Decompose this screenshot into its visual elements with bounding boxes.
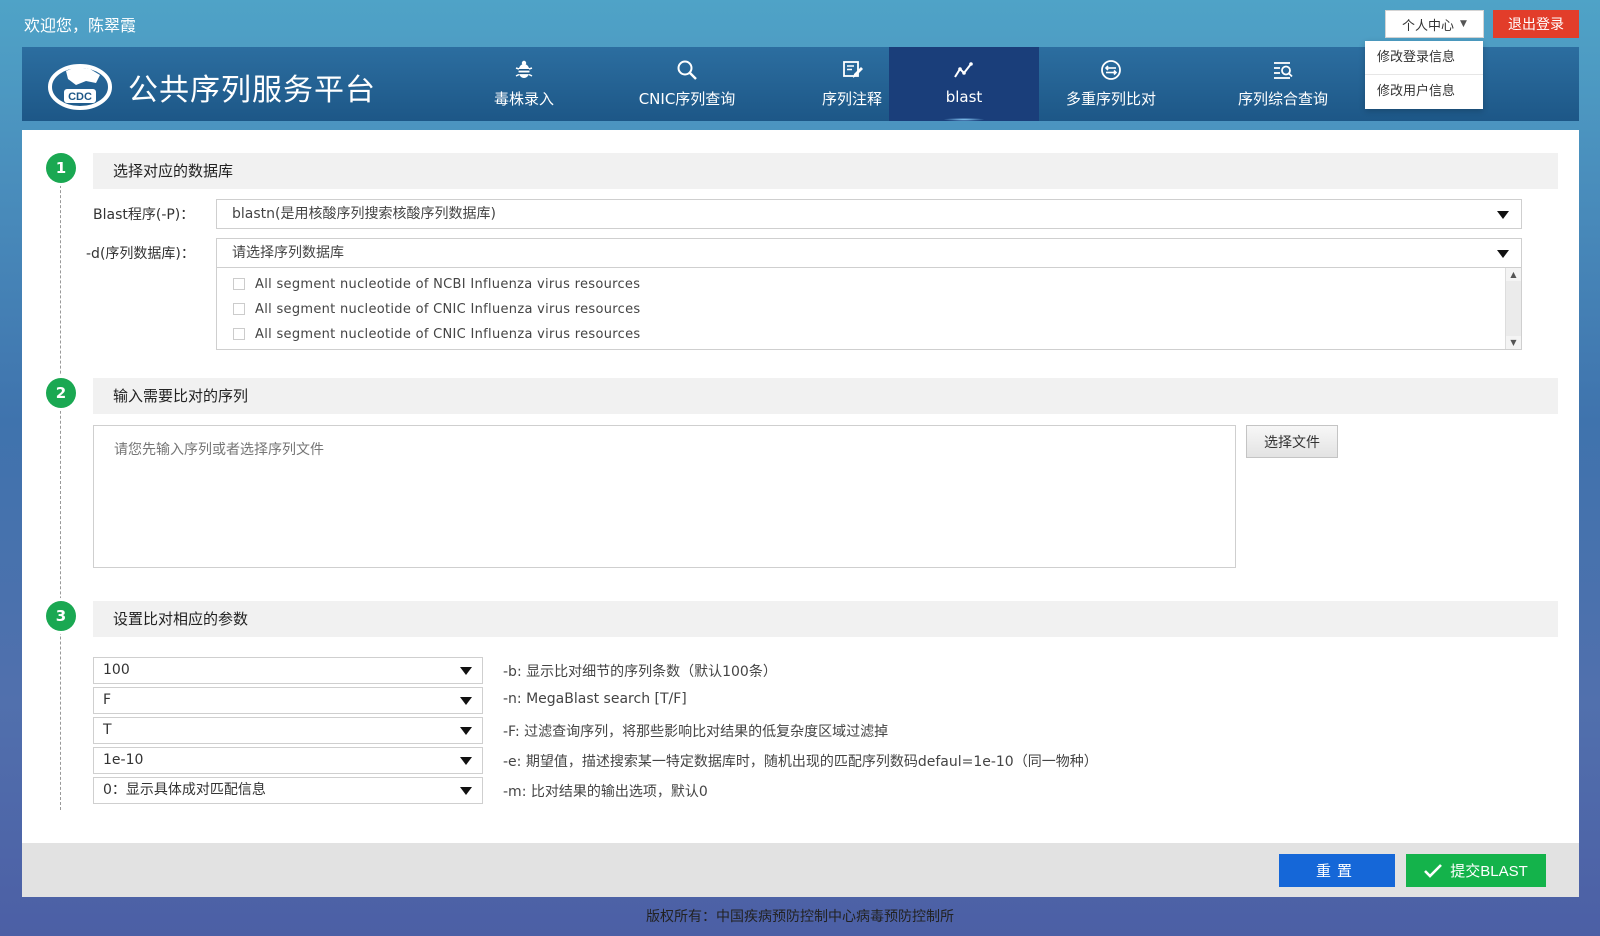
param-value: T bbox=[103, 722, 112, 738]
option-checkbox[interactable] bbox=[233, 303, 245, 315]
param-e-select[interactable]: 1e-10 bbox=[93, 747, 483, 774]
database-option[interactable]: All segment nucleotide of CNIC Influenza… bbox=[233, 299, 640, 319]
header: CDC 公共序列服务平台 毒株录入 CNIC序列查询 序列注释 blast 多重… bbox=[22, 47, 1579, 121]
nav-label: CNIC序列查询 bbox=[638, 90, 736, 108]
check-icon bbox=[1424, 863, 1443, 878]
param-m-select[interactable]: 0：显示具体成对匹配信息 bbox=[93, 777, 483, 804]
database-option[interactable]: All segment nucleotide of CNIC Influenza… bbox=[233, 324, 640, 344]
compare-icon bbox=[1101, 60, 1121, 80]
database-options-list: All segment nucleotide of NCBI Influenza… bbox=[216, 267, 1522, 350]
logo-text: CDC bbox=[68, 91, 92, 103]
nav-strain-entry[interactable]: 毒株录入 bbox=[449, 47, 599, 121]
nav-cnic-query[interactable]: CNIC序列查询 bbox=[612, 47, 762, 121]
edit-icon bbox=[843, 61, 863, 78]
search-icon bbox=[677, 60, 697, 80]
nav-label: blast bbox=[945, 88, 983, 106]
top-bar: 欢迎您，陈翠霞 个人中心 ▼ 退出登录 bbox=[0, 0, 1600, 46]
param-f-description: -F: 过滤查询序列，将那些影响比对结果的低复杂度区域过滤掉 bbox=[503, 724, 889, 740]
option-label: All segment nucleotide of CNIC Influenza… bbox=[255, 301, 641, 317]
blast-program-select[interactable]: blastn(是用核酸序列搜索核酸序列数据库) bbox=[216, 199, 1522, 229]
user-dropdown: 修改登录信息 修改用户信息 bbox=[1365, 41, 1483, 109]
step-3-badge: 3 bbox=[46, 601, 76, 631]
param-value: 100 bbox=[103, 662, 130, 678]
dropdown-arrow-icon bbox=[460, 787, 472, 795]
copyright-text: 版权所有：中国疾病预防控制中心病毒预防控制所 bbox=[646, 909, 954, 925]
step-2-title: 输入需要比对的序列 bbox=[93, 378, 1558, 414]
option-label: All segment nucleotide of NCBI Influenza… bbox=[255, 276, 641, 292]
dropdown-arrow-icon bbox=[460, 727, 472, 735]
nav-combined-query[interactable]: 序列综合查询 bbox=[1208, 47, 1358, 121]
nav-label: 序列注释 bbox=[821, 90, 882, 108]
param-b-description: -b: 显示比对细节的序列条数（默认100条） bbox=[503, 664, 777, 680]
param-n-description: -n: MegaBlast search [T/F] bbox=[503, 691, 687, 707]
step-3-title: 设置比对相应的参数 bbox=[93, 601, 1558, 637]
choose-file-button[interactable]: 选择文件 bbox=[1246, 425, 1338, 458]
welcome-text: 欢迎您，陈翠霞 bbox=[24, 16, 137, 35]
step-timeline bbox=[60, 170, 61, 810]
param-value: F bbox=[103, 692, 112, 708]
param-n-select[interactable]: F bbox=[93, 687, 483, 714]
submit-blast-button[interactable]: 提交BLAST bbox=[1406, 854, 1546, 887]
param-f-select[interactable]: T bbox=[93, 717, 483, 744]
blast-program-value: blastn(是用核酸序列搜索核酸序列数据库) bbox=[232, 206, 496, 222]
bug-icon bbox=[515, 60, 533, 78]
nav-multi-alignment[interactable]: 多重序列比对 bbox=[1036, 47, 1186, 121]
param-value: 1e-10 bbox=[103, 752, 144, 768]
dropdown-arrow-icon bbox=[460, 667, 472, 675]
dropdown-arrow-icon bbox=[1497, 250, 1509, 258]
param-value: 0：显示具体成对匹配信息 bbox=[103, 782, 266, 798]
nav-label: 多重序列比对 bbox=[1065, 90, 1156, 108]
action-bar: 重置 提交BLAST bbox=[22, 843, 1579, 897]
user-center-label: 个人中心 bbox=[1402, 18, 1455, 34]
option-label: All segment nucleotide of CNIC Influenza… bbox=[255, 326, 641, 342]
cdc-logo[interactable]: CDC bbox=[46, 59, 116, 111]
param-m-description: -m: 比对结果的输出选项，默认0 bbox=[503, 784, 708, 800]
sequence-input[interactable] bbox=[93, 425, 1236, 568]
option-checkbox[interactable] bbox=[233, 328, 245, 340]
param-e-description: -e: 期望值，描述搜索某一特定数据库时，随机出现的匹配序列数码defaul=1… bbox=[503, 754, 1098, 770]
step-1-title: 选择对应的数据库 bbox=[93, 153, 1558, 189]
step-2-badge: 2 bbox=[46, 378, 76, 408]
database-placeholder: 请选择序列数据库 bbox=[232, 245, 344, 261]
nav-blast[interactable]: blast bbox=[889, 47, 1039, 121]
step-1-badge: 1 bbox=[46, 153, 76, 183]
caret-down-icon: ▼ bbox=[1460, 19, 1467, 29]
option-checkbox[interactable] bbox=[233, 278, 245, 290]
main-content: 1 选择对应的数据库 Blast程序(-P)： blastn(是用核酸序列搜索核… bbox=[22, 130, 1579, 846]
dropdown-arrow-icon bbox=[1497, 211, 1509, 219]
database-select[interactable]: 请选择序列数据库 bbox=[216, 238, 1522, 268]
site-title: 公共序列服务平台 bbox=[128, 73, 376, 108]
param-b-select[interactable]: 100 bbox=[93, 657, 483, 684]
blast-program-label: Blast程序(-P)： bbox=[93, 207, 195, 223]
submit-label: 提交BLAST bbox=[1450, 863, 1528, 880]
scroll-down-icon[interactable]: ▼ bbox=[1506, 336, 1521, 349]
list-search-icon bbox=[1274, 62, 1293, 79]
dropdown-arrow-icon bbox=[460, 697, 472, 705]
database-label: -d(序列数据库)： bbox=[86, 246, 195, 262]
edit-user-info-item[interactable]: 修改用户信息 bbox=[1365, 75, 1483, 109]
list-scrollbar[interactable]: ▲ ▼ bbox=[1505, 268, 1521, 349]
nav-label: 序列综合查询 bbox=[1237, 90, 1328, 108]
scroll-up-icon[interactable]: ▲ bbox=[1506, 268, 1521, 281]
dropdown-arrow-icon bbox=[460, 757, 472, 765]
reset-button[interactable]: 重置 bbox=[1279, 854, 1395, 887]
logout-button[interactable]: 退出登录 bbox=[1493, 10, 1579, 38]
line-chart-icon bbox=[954, 62, 973, 78]
database-option[interactable]: All segment nucleotide of NCBI Influenza… bbox=[233, 274, 640, 294]
user-center-menu[interactable]: 个人中心 ▼ bbox=[1385, 10, 1484, 38]
nav-label: 毒株录入 bbox=[493, 90, 554, 108]
edit-login-info-item[interactable]: 修改登录信息 bbox=[1365, 41, 1483, 75]
